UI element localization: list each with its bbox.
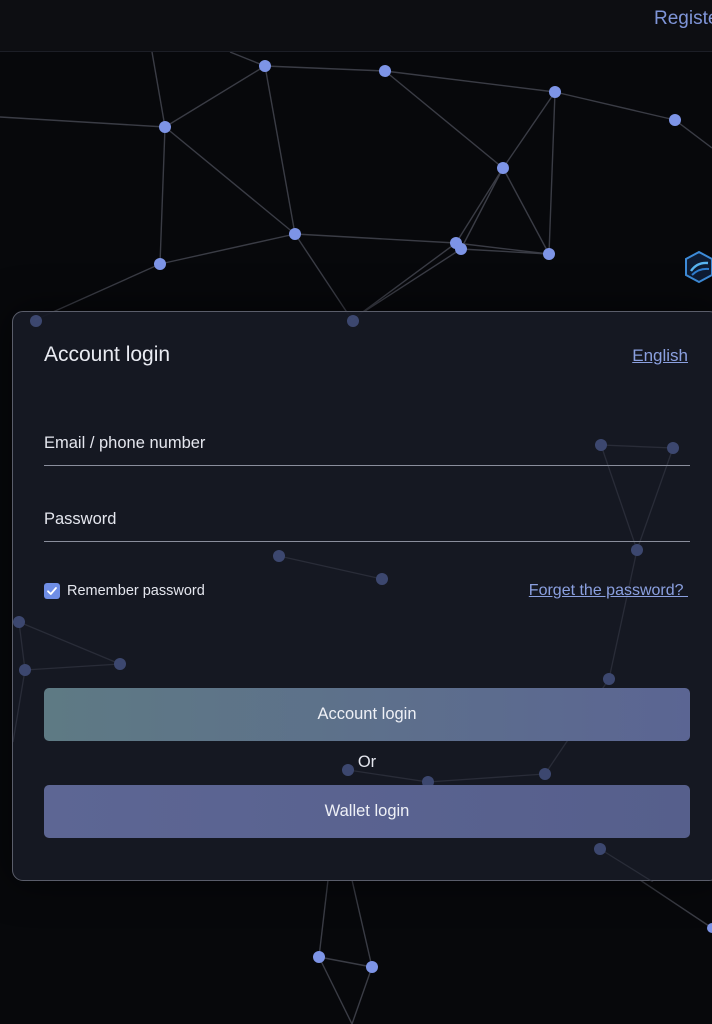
language-switch-link[interactable]: English bbox=[632, 346, 688, 366]
hexagon-logo-icon bbox=[685, 250, 712, 284]
remember-password-label: Remember password bbox=[67, 583, 205, 599]
remember-password-row: Remember password bbox=[44, 583, 205, 599]
password-input[interactable] bbox=[44, 498, 690, 541]
remember-password-checkbox[interactable] bbox=[44, 583, 60, 599]
account-login-button[interactable]: Account login bbox=[44, 688, 690, 741]
password-field[interactable] bbox=[44, 498, 690, 542]
forget-password-link[interactable]: Forget the password? bbox=[529, 582, 688, 600]
wallet-login-button[interactable]: Wallet login bbox=[44, 785, 690, 838]
email-field[interactable] bbox=[44, 422, 690, 466]
email-input[interactable] bbox=[44, 422, 690, 465]
login-page: Registe Account login English Email / ph… bbox=[0, 0, 712, 1024]
register-link[interactable]: Registe bbox=[654, 8, 712, 30]
or-divider-text: Or bbox=[357, 753, 377, 771]
top-bar: Registe bbox=[0, 0, 712, 52]
page-title: Account login bbox=[44, 343, 171, 366]
check-icon bbox=[47, 587, 57, 595]
login-card: Account login English Remember password … bbox=[12, 311, 712, 882]
